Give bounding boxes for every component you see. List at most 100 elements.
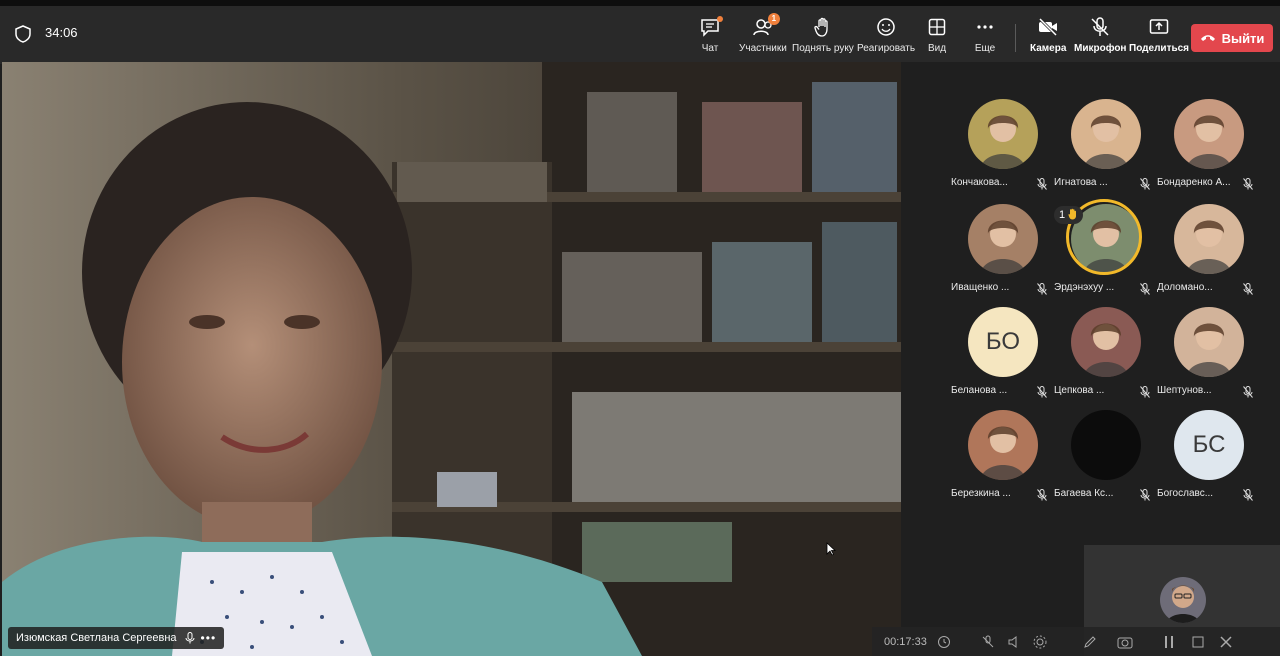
participant-tile[interactable]: Цепкова ... [1054, 307, 1156, 407]
share-button[interactable]: Поделиться [1129, 14, 1189, 62]
recording-time: 00:17:33 [884, 635, 927, 648]
mic-off-icon [1140, 282, 1150, 295]
mic-off-icon [1037, 282, 1047, 295]
hang-up-icon [1200, 35, 1215, 41]
hand-icon [1068, 208, 1078, 223]
view-button[interactable]: Вид [926, 14, 948, 62]
mic-label: Микрофон [1074, 43, 1127, 54]
participant-name: Багаева Кс... [1054, 488, 1114, 499]
participant-tile[interactable]: Шептунов... [1157, 307, 1259, 407]
self-avatar [1160, 577, 1206, 623]
participant-name: Шептунов... [1157, 385, 1212, 396]
speaker-icon[interactable] [1007, 635, 1021, 649]
mic-off-icon [1243, 385, 1253, 398]
participant-avatar: БО [968, 307, 1038, 377]
participant-avatar [968, 99, 1038, 169]
speaker-video-frame [2, 62, 901, 656]
participant-name: Эрдэнэхуу ... [1054, 282, 1115, 293]
raise-hand-button[interactable]: Поднять руку [792, 14, 854, 62]
participant-tile[interactable]: Багаева Кс... [1054, 410, 1156, 510]
participant-tile[interactable]: Бондаренко А... [1157, 99, 1259, 199]
hand-count: 1 [1059, 209, 1066, 221]
participants-button[interactable]: 1 Участники [739, 13, 787, 62]
stop-icon[interactable] [1191, 635, 1205, 649]
mouse-cursor-icon [826, 542, 837, 561]
participant-name: Богославс... [1157, 488, 1214, 499]
leave-button[interactable]: Выйти [1191, 24, 1273, 52]
grid-icon [926, 16, 948, 38]
speaker-name: Изюмская Светлана Сергеевна [16, 632, 177, 644]
raised-hand-badge: 1 [1054, 206, 1084, 224]
camera-small-icon[interactable] [1117, 635, 1133, 649]
camera-button[interactable]: Камера [1030, 14, 1066, 62]
main-speaker-video[interactable] [2, 62, 901, 656]
more-label: Еще [974, 43, 996, 54]
mic-off-icon [1037, 488, 1047, 501]
mic-off-icon [1089, 16, 1111, 38]
toolbar-divider [1015, 24, 1016, 52]
participant-name: Доломано... [1157, 282, 1213, 293]
participant-tile[interactable]: Доломано... [1157, 204, 1259, 304]
participant-avatar: БС [1174, 410, 1244, 480]
hand-icon [812, 16, 834, 38]
participant-avatar [1174, 307, 1244, 377]
mic-off-icon [1243, 177, 1253, 190]
participant-avatar [968, 410, 1038, 480]
smiley-icon [875, 16, 897, 38]
participant-tile[interactable]: БО Беланова ... [951, 307, 1053, 407]
settings-icon[interactable] [1033, 635, 1047, 649]
participant-name: Игнатова ... [1054, 177, 1108, 188]
participant-avatar [1071, 99, 1141, 169]
pen-icon[interactable] [1083, 635, 1097, 649]
raise-hand-label: Поднять руку [792, 43, 854, 54]
mic-off-icon [1037, 385, 1047, 398]
participant-avatar [968, 204, 1038, 274]
share-label: Поделиться [1129, 43, 1190, 54]
chat-label: Чат [701, 43, 719, 54]
participants-badge: 1 [767, 13, 780, 25]
leave-label: Выйти [1221, 30, 1265, 46]
mic-off-small-icon[interactable] [981, 635, 995, 649]
chat-button[interactable]: Чат [699, 14, 723, 62]
clock-icon[interactable] [937, 635, 951, 649]
more-icon [974, 16, 996, 38]
participant-avatar [1071, 410, 1141, 480]
meeting-timer: 34:06 [45, 25, 78, 40]
react-label: Реагировать [857, 43, 916, 54]
more-options-icon[interactable]: ••• [201, 631, 217, 645]
people-icon: 1 [752, 13, 780, 38]
participant-name: Бондаренко А... [1157, 177, 1231, 188]
participants-label: Участники [739, 43, 787, 54]
participant-tile[interactable]: Игнатова ... [1054, 99, 1156, 199]
mic-icon [185, 632, 195, 644]
participant-name: Кончакова... [951, 177, 1008, 188]
pause-icon[interactable] [1163, 635, 1175, 649]
more-button[interactable]: Еще [974, 14, 996, 62]
chat-icon [699, 16, 723, 38]
speaker-name-tag: Изюмская Светлана Сергеевна ••• [8, 627, 225, 649]
participant-tile[interactable]: Кончакова... [951, 99, 1053, 199]
meeting-toolbar: 34:06 Чат 1 Участники Поднять руку Реаги… [0, 0, 1280, 64]
participant-name: Цепкова ... [1054, 385, 1105, 396]
view-label: Вид [927, 43, 947, 54]
close-icon[interactable] [1219, 635, 1233, 649]
share-icon [1148, 16, 1170, 38]
react-button[interactable]: Реагировать [857, 14, 915, 62]
participant-avatar [1174, 99, 1244, 169]
mic-button[interactable]: Микрофон [1074, 14, 1126, 62]
participant-avatar [1174, 204, 1244, 274]
mic-off-icon [1243, 488, 1253, 501]
participant-tile[interactable]: Березкина ... [951, 410, 1053, 510]
mic-off-icon [1140, 385, 1150, 398]
mic-off-icon [1037, 177, 1047, 190]
participant-avatar [1071, 307, 1141, 377]
participant-tile[interactable]: Иващенко ... [951, 204, 1053, 304]
recording-toolbar: 00:17:33 [872, 627, 1280, 656]
shield-icon [15, 25, 31, 43]
participant-tile[interactable]: 1 Эрдэнэхуу ... [1054, 199, 1156, 304]
participant-name: Иващенко ... [951, 282, 1010, 293]
mic-off-icon [1140, 488, 1150, 501]
participant-tile[interactable]: БС Богославс... [1157, 410, 1259, 510]
mic-off-icon [1140, 177, 1150, 190]
camera-off-icon [1037, 16, 1059, 38]
